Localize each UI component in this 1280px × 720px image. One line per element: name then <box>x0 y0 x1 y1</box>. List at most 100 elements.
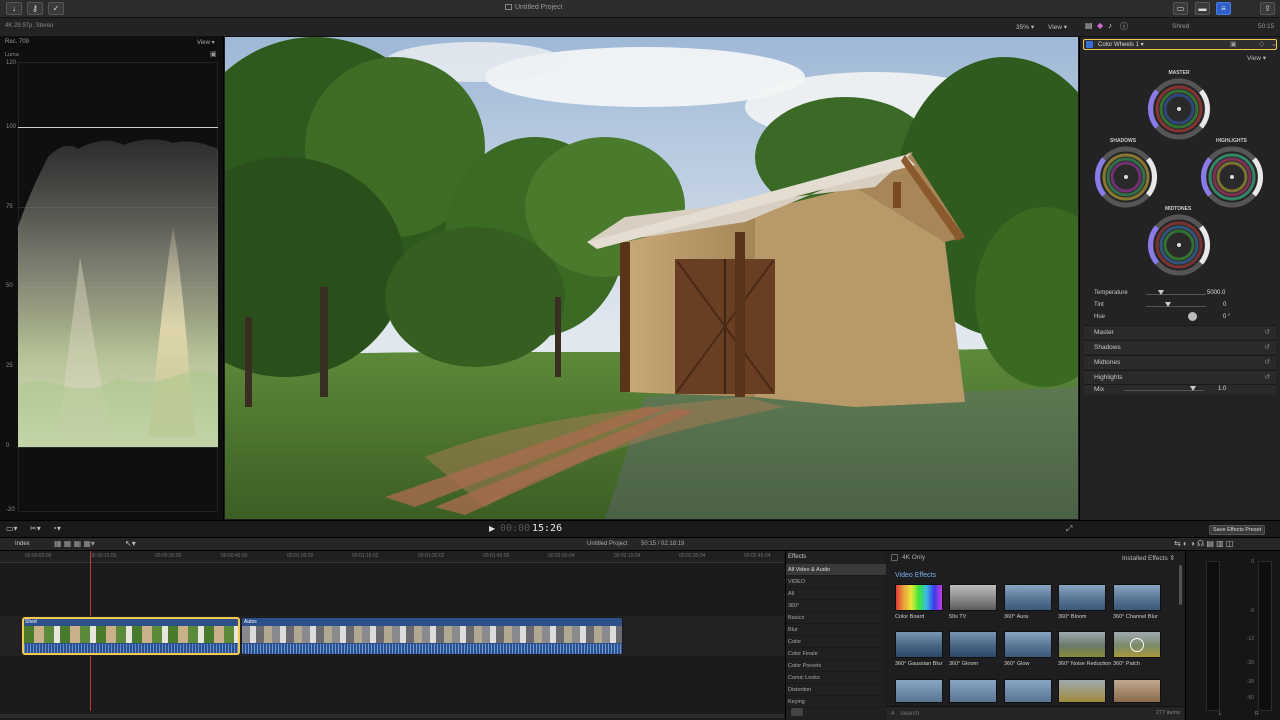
clip-appearance-icons[interactable]: ▦ ▦ ▦ ▦▾ <box>54 539 95 548</box>
section-row-midtones[interactable]: Midtones ↺ <box>1084 355 1276 369</box>
viewer-canvas[interactable] <box>225 37 1078 519</box>
audio-inspector-icon[interactable]: ♪ <box>1108 21 1112 30</box>
effect-name: 360° Gaussian Blur <box>895 661 943 667</box>
mix-slider-knob[interactable] <box>1190 386 1196 391</box>
speed-menu-icon[interactable]: ◔▾ <box>52 524 61 533</box>
hue-dial[interactable] <box>1188 312 1197 321</box>
shadows-color-wheel[interactable] <box>1090 145 1162 209</box>
share-icon: ⇪ <box>1264 4 1271 13</box>
background-tasks-button[interactable]: ✓ <box>48 2 64 15</box>
reset-icon[interactable]: ↺ <box>1264 328 1270 336</box>
color-inspector-icon[interactable]: ◆ <box>1097 21 1103 30</box>
timeline-toggle[interactable]: ▬ <box>1195 2 1210 15</box>
effect-thumb[interactable] <box>1058 679 1106 703</box>
effect-enabled-checkbox[interactable] <box>1086 41 1093 48</box>
info-inspector-icon[interactable]: ⓘ <box>1120 21 1128 32</box>
master-color-wheel[interactable] <box>1143 77 1215 141</box>
viewer-view-menu[interactable]: View ▾ <box>1048 23 1067 31</box>
keywords-button[interactable]: ⚷ <box>27 2 43 15</box>
category-all[interactable]: All <box>786 588 886 600</box>
clip-duration: 50:15 <box>1258 23 1275 30</box>
effect-thumb-360-gloom[interactable] <box>949 631 997 658</box>
temperature-slider-knob[interactable] <box>1158 290 1164 295</box>
share-button[interactable]: ⇪ <box>1260 2 1275 15</box>
film-icon <box>505 4 512 10</box>
category-color-presets[interactable]: Color Presets <box>786 660 886 672</box>
highlights-color-wheel[interactable] <box>1196 145 1268 209</box>
tint-slider[interactable] <box>1146 306 1206 307</box>
inspector-toggle[interactable]: ≡ <box>1216 2 1231 15</box>
timeline-clip-shed[interactable]: Shed <box>22 617 240 655</box>
installed-effects-menu[interactable]: Installed Effects ⇕ <box>1122 554 1175 562</box>
category-keying[interactable]: Keying <box>786 696 886 708</box>
effect-thumb-360-aura[interactable] <box>1004 584 1052 611</box>
effect-thumb-50s-tv[interactable] <box>949 584 997 611</box>
play-button[interactable]: ▶ <box>489 524 495 533</box>
scope-view-menu[interactable]: View ▾ <box>197 39 215 46</box>
timeline-scrollbar[interactable] <box>0 714 784 718</box>
temperature-value[interactable]: 5000.0 <box>1207 290 1225 296</box>
sidebar-toggle-icon[interactable] <box>791 708 803 716</box>
section-label: Shadows <box>1094 344 1121 351</box>
effect-thumb[interactable] <box>895 679 943 703</box>
inspector-view-menu[interactable]: View ▾ <box>1247 54 1266 62</box>
fullscreen-icon[interactable]: ⤢ <box>1066 524 1072 534</box>
category-color-finale[interactable]: Color Finale <box>786 648 886 660</box>
effect-thumb[interactable] <box>1004 679 1052 703</box>
temperature-slider[interactable] <box>1146 294 1206 295</box>
scope-settings-icon[interactable]: ▣ <box>210 50 217 58</box>
effect-thumb-color-board[interactable] <box>895 584 943 611</box>
reset-icon[interactable]: ↺ <box>1264 358 1270 366</box>
tint-slider-knob[interactable] <box>1165 302 1171 307</box>
enhance-menu-icon[interactable]: ✂▾ <box>30 524 41 533</box>
effect-thumb[interactable] <box>1113 679 1161 703</box>
effect-thumb-360-glow[interactable] <box>1004 631 1052 658</box>
effect-thumb-360-gaussian-blur[interactable] <box>895 631 943 658</box>
save-effects-preset-button[interactable]: Save Effects Preset <box>1209 525 1266 535</box>
category-360[interactable]: 360° <box>786 600 886 612</box>
effect-thumb-360-noise-reduction[interactable] <box>1058 631 1106 658</box>
ruler-tick: 00:00:45:00 <box>221 553 248 559</box>
four-k-only-label: 4K Only <box>902 554 926 561</box>
effect-thumb[interactable] <box>949 679 997 703</box>
section-row-highlights[interactable]: Highlights ↺ <box>1084 370 1276 384</box>
category-color[interactable]: Color <box>786 636 886 648</box>
index-button[interactable]: Index <box>15 541 30 547</box>
chevron-down-icon[interactable]: ⌄ <box>1271 40 1277 48</box>
category-all-video-audio[interactable]: All Video & Audio <box>786 564 886 576</box>
effects-scrollbar[interactable] <box>1179 565 1182 605</box>
category-basics[interactable]: Basics <box>786 612 886 624</box>
transform-menu-icon[interactable]: ▭▾ <box>6 524 18 533</box>
zoom-menu[interactable]: 35% ▾ <box>1016 23 1034 31</box>
panel-icon: ▭ <box>1176 4 1185 13</box>
section-row-shadows[interactable]: Shadows ↺ <box>1084 340 1276 354</box>
effects-search-input[interactable] <box>900 709 1080 718</box>
mask-icon[interactable]: ▣ <box>1230 40 1237 48</box>
ruler-tick: 00:00:15:00 <box>90 553 117 559</box>
effect-thumb-360-channel-blur[interactable] <box>1113 584 1161 611</box>
timeline-ruler[interactable]: 00:00:00:00 00:00:15:00 00:00:30:00 00:0… <box>0 551 784 563</box>
import-button[interactable]: ↓ <box>6 2 22 15</box>
libraries-toggle[interactable]: ▭ <box>1173 2 1188 15</box>
tint-value[interactable]: 0 <box>1223 302 1226 308</box>
keyframe-icon[interactable]: ◇ <box>1259 40 1264 48</box>
category-distortion[interactable]: Distortion <box>786 684 886 696</box>
select-tool-icon[interactable]: ↖▾ <box>125 539 136 548</box>
category-video[interactable]: VIDEO <box>786 576 886 588</box>
reset-icon[interactable]: ↺ <box>1264 343 1270 351</box>
mix-value[interactable]: 1.0 <box>1218 386 1226 392</box>
video-inspector-icon[interactable]: ▤ <box>1085 21 1093 30</box>
hue-value[interactable]: 0 ° <box>1223 314 1230 320</box>
section-row-master[interactable]: Master ↺ <box>1084 325 1276 339</box>
midtones-color-wheel[interactable] <box>1143 213 1215 277</box>
category-blur[interactable]: Blur <box>786 624 886 636</box>
timeline-tools-icons[interactable]: ⇆ ◐ ◑ ☊ ▤ ▥ ◫ <box>1174 539 1233 548</box>
effect-selector[interactable]: Color Wheels 1 ▾ ▣ ◇ ⌄ <box>1083 39 1277 50</box>
effect-thumb-360-patch[interactable] <box>1113 631 1161 658</box>
four-k-only-checkbox[interactable] <box>891 554 898 561</box>
reset-icon[interactable]: ↺ <box>1264 373 1270 381</box>
timeline-clip-autos[interactable]: Autos <box>241 617 623 655</box>
effect-name: 360° Aura <box>1004 614 1029 620</box>
category-comic-looks[interactable]: Comic Looks <box>786 672 886 684</box>
effect-thumb-360-bloom[interactable] <box>1058 584 1106 611</box>
